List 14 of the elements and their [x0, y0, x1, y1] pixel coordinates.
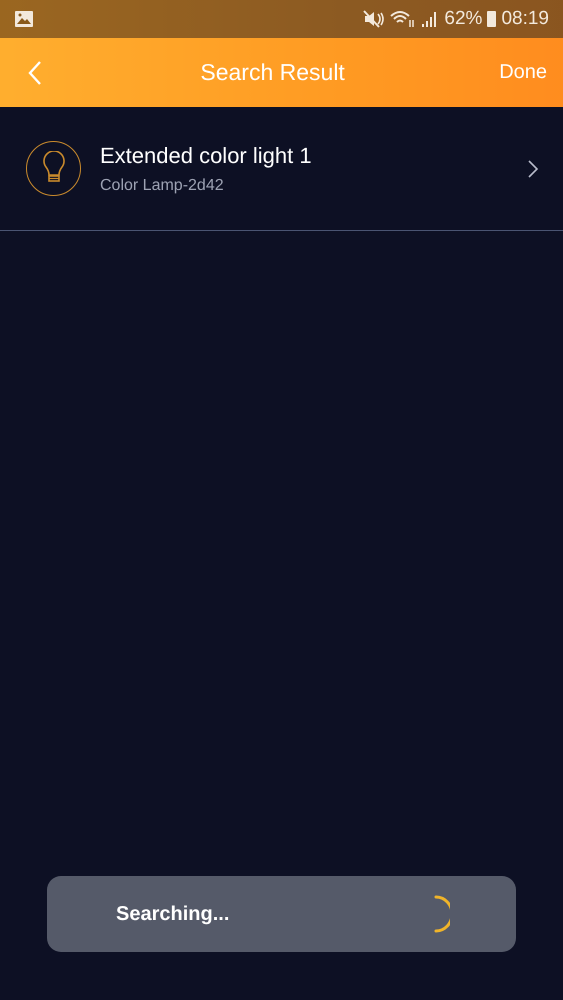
clock-time: 08:19: [501, 8, 549, 30]
battery-icon: [487, 11, 496, 27]
screen-title: Search Result: [200, 59, 345, 86]
image-notification-icon: [14, 10, 34, 28]
device-model: Color Lamp-2d42: [100, 176, 225, 194]
device-name: Extended color light 1: [100, 142, 313, 168]
toast-message: Searching...: [116, 902, 230, 926]
mute-icon: [363, 10, 386, 28]
lightbulb-icon: [26, 141, 81, 196]
loading-spinner-icon: [434, 895, 450, 933]
chevron-right-icon: [527, 158, 539, 178]
wifi-icon: [390, 10, 416, 28]
battery-percentage: 62%: [444, 8, 482, 30]
device-row[interactable]: Extended color light 1 Color Lamp-2d42: [0, 107, 563, 230]
